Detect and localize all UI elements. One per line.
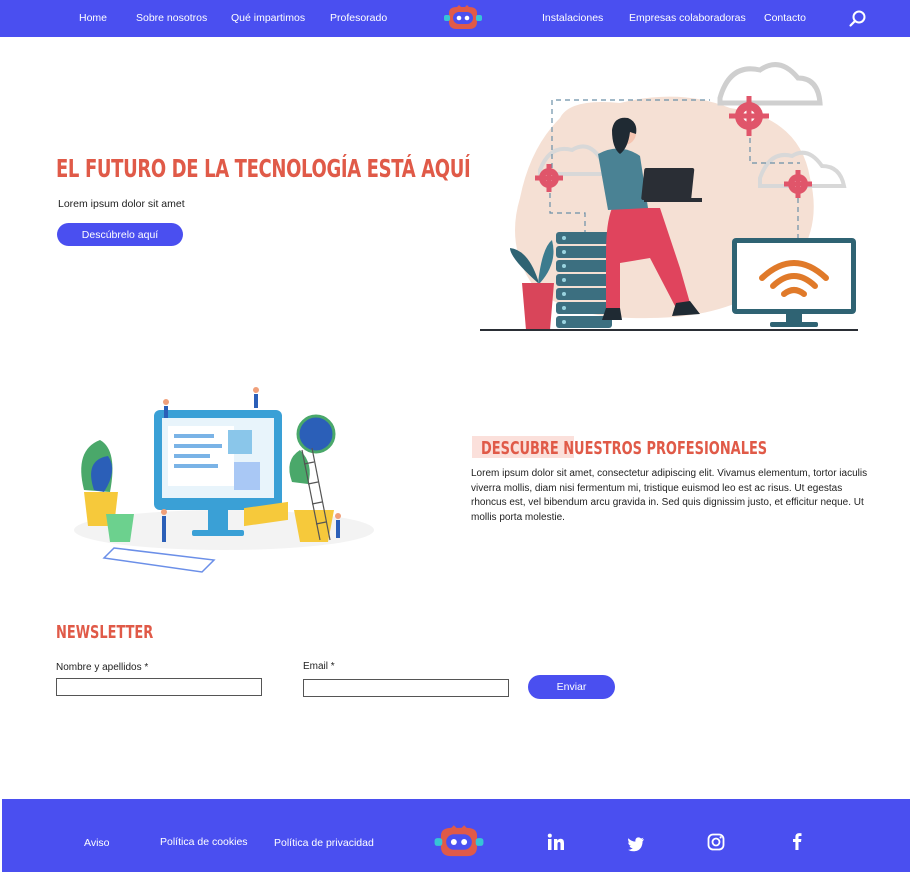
linkedin-icon[interactable] [546, 832, 566, 852]
team-illustration [74, 387, 374, 573]
newsletter-title: NEWSLETTER [56, 622, 154, 643]
hero-title: EL FUTURO DE LA TECNOLOGÍA ESTÁ AQUÍ [56, 154, 471, 183]
footer-aviso-link[interactable]: Aviso [84, 837, 110, 849]
nav-sobre-nosotros[interactable]: Sobre nosotros [136, 12, 207, 24]
name-field[interactable] [56, 678, 262, 696]
instagram-icon[interactable] [706, 832, 726, 852]
nav-contacto[interactable]: Contacto [764, 12, 806, 24]
submit-button[interactable]: Enviar [528, 675, 615, 699]
twitter-icon[interactable] [626, 834, 646, 854]
email-field[interactable] [303, 679, 509, 697]
nav-empresas-colaboradoras[interactable]: Empresas colaboradoras [629, 12, 746, 24]
hero-illustration [480, 62, 858, 331]
discover-button[interactable]: Descúbrelo aquí [57, 223, 183, 246]
nav-que-impartimos[interactable]: Qué impartimos [231, 12, 305, 24]
email-label: Email * [303, 661, 335, 672]
hero-subtitle: Lorem ipsum dolor sit amet [58, 198, 185, 210]
robot-face-icon[interactable] [431, 824, 487, 860]
professionals-title: DESCUBRE NUESTROS PROFESIONALES [481, 438, 768, 459]
footer-cookies-link[interactable]: Política de cookies [160, 836, 248, 848]
robot-face-icon[interactable] [443, 4, 483, 32]
search-icon[interactable] [848, 9, 868, 29]
name-label: Nombre y apellidos * [56, 662, 149, 673]
nav-profesorado[interactable]: Profesorado [330, 12, 387, 24]
footer-privacy-link[interactable]: Política de privacidad [274, 837, 374, 849]
facebook-icon[interactable] [787, 831, 807, 851]
nav-instalaciones[interactable]: Instalaciones [542, 12, 603, 24]
professionals-body: Lorem ipsum dolor sit amet, consectetur … [471, 468, 868, 523]
nav-home[interactable]: Home [79, 12, 107, 24]
